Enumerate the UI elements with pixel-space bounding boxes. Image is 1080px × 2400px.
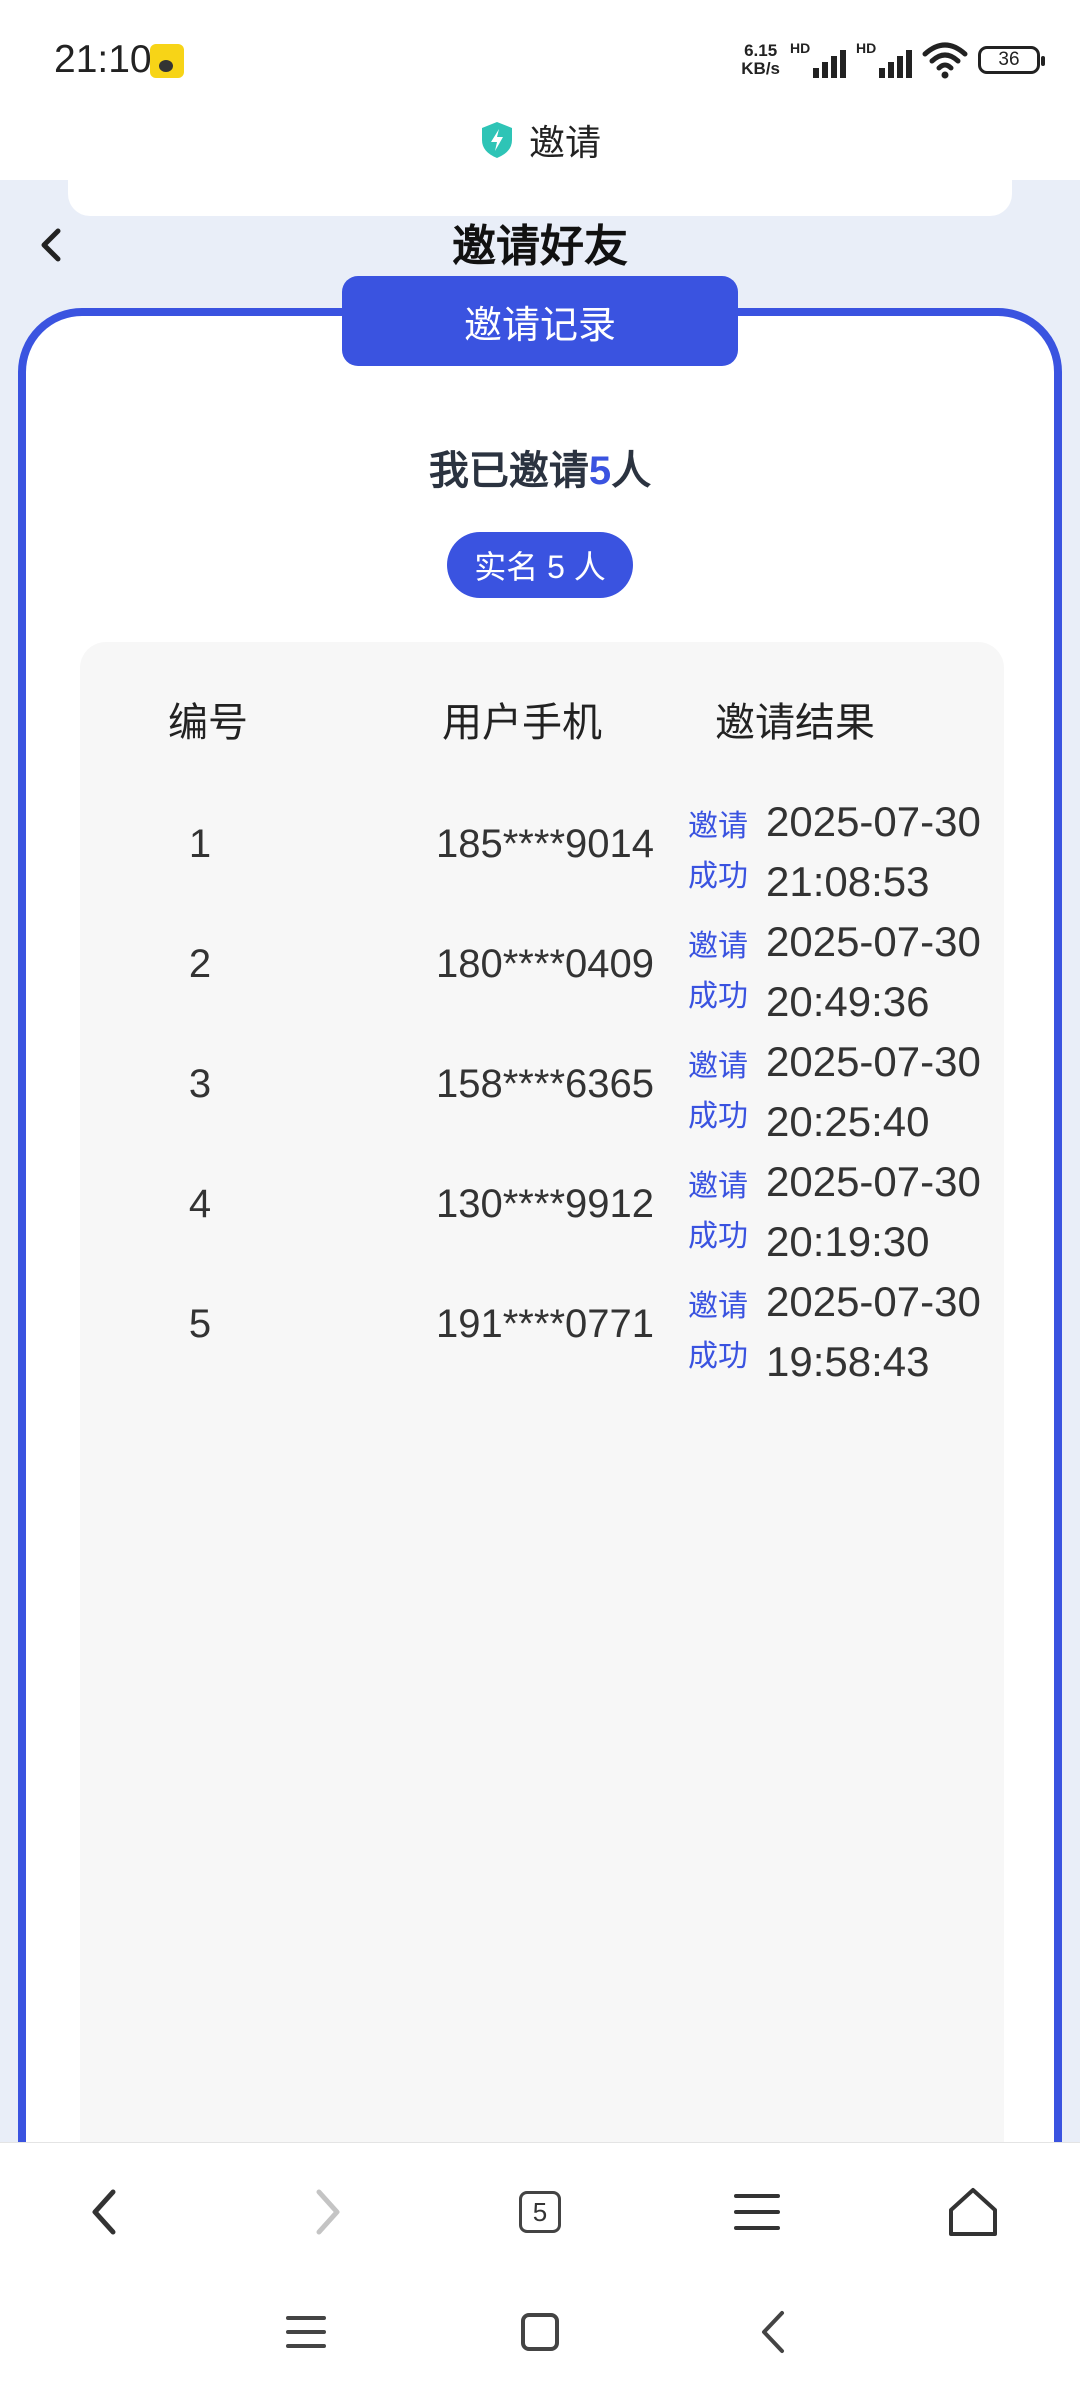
browser-forward-button[interactable]: [292, 2177, 362, 2247]
status-time: 21:10: [54, 38, 152, 81]
row-date: 2025-07-30: [766, 1038, 981, 1085]
row-status-line1: 邀请: [688, 810, 748, 843]
summary-count: 5: [588, 449, 612, 493]
table-row: 2 180****0409 邀请 成功 2025-07-30 20:49:36: [80, 918, 1004, 1038]
row-status-line2: 成功: [688, 1220, 748, 1253]
row-status-line2: 成功: [688, 980, 748, 1013]
column-header-phone: 用户手机: [442, 701, 602, 745]
network-speed-value: 6.15: [744, 41, 778, 60]
row-status-line1: 邀请: [688, 1170, 748, 1203]
row-number: 5: [188, 1302, 212, 1346]
row-time: 20:25:40: [766, 1098, 930, 1145]
row-number: 4: [188, 1182, 212, 1226]
signal-hd-label-2: HD: [856, 40, 877, 56]
row-status: 邀请 成功: [688, 922, 758, 1022]
tabs-count: 5: [532, 2196, 548, 2227]
row-timestamp: 2025-07-30 20:19:30: [766, 1152, 996, 1272]
browser-title-bar: 邀请: [0, 100, 1080, 180]
row-status: 邀请 成功: [688, 1162, 758, 1262]
status-indicators: 6.15 KB/s HD HD 36: [741, 40, 1045, 80]
row-timestamp: 2025-07-30 20:49:36: [766, 912, 996, 1032]
row-timestamp: 2025-07-30 21:08:53: [766, 792, 996, 912]
row-status-line2: 成功: [688, 1340, 748, 1373]
status-bar: 21:10 6.15 KB/s HD HD 36: [0, 0, 1080, 100]
column-header-result: 邀请结果: [715, 701, 875, 745]
home-icon: [949, 2188, 997, 2236]
network-speed-unit: KB/s: [741, 59, 780, 78]
battery-level: 36: [998, 49, 1020, 70]
system-menu-button[interactable]: [276, 2302, 336, 2362]
row-number: 2: [188, 942, 212, 986]
row-time: 20:49:36: [766, 978, 930, 1025]
row-status-line2: 成功: [688, 1100, 748, 1133]
row-time: 20:19:30: [766, 1218, 930, 1265]
row-date: 2025-07-30: [766, 1278, 981, 1325]
row-status: 邀请 成功: [688, 802, 758, 902]
row-time: 19:58:43: [766, 1338, 930, 1385]
row-status-line1: 邀请: [688, 1290, 748, 1323]
browser-menu-button[interactable]: [722, 2177, 792, 2247]
invite-summary: 我已邀请5人: [0, 438, 1080, 496]
hamburger-menu-icon: [734, 2194, 780, 2230]
browser-home-button[interactable]: [938, 2177, 1008, 2247]
square-home-icon: [521, 2313, 559, 2351]
summary-prefix: 我已邀请: [428, 449, 589, 493]
column-header-number: 编号: [168, 701, 248, 745]
wifi-icon: [922, 42, 968, 79]
row-date: 2025-07-30: [766, 918, 981, 965]
tabs-count-icon: 5: [519, 2191, 561, 2233]
table-row: 1 185****9014 邀请 成功 2025-07-30 21:08:53: [80, 798, 1004, 918]
signal-hd-label: HD: [790, 40, 811, 56]
summary-suffix: 人: [611, 449, 652, 493]
invite-records-table: 编号 用户手机 邀请结果 1 185****9014 邀请 成功 2025-07…: [80, 642, 1004, 2142]
row-status-line1: 邀请: [688, 1050, 748, 1083]
row-number: 1: [188, 822, 212, 866]
page-title: 邀请好友: [452, 222, 628, 271]
row-time: 21:08:53: [766, 858, 930, 905]
recents-menu-icon: [286, 2316, 326, 2348]
row-timestamp: 2025-07-30 19:58:43: [766, 1272, 996, 1392]
browser-toolbar: 5: [0, 2142, 1080, 2273]
browser-back-button[interactable]: [70, 2177, 140, 2247]
invite-record-tab[interactable]: 邀请记录: [342, 276, 738, 366]
table-row: 5 191****0771 邀请 成功 2025-07-30 19:58:43: [80, 1278, 1004, 1398]
cellular-signal-1-icon: HD: [790, 40, 846, 80]
row-status: 邀请 成功: [688, 1042, 758, 1142]
row-status-line1: 邀请: [688, 930, 748, 963]
notification-app-icon: [150, 44, 184, 78]
shield-bolt-icon: [481, 122, 512, 158]
browser-page-title: 邀请: [528, 122, 601, 163]
network-speed: 6.15 KB/s: [741, 42, 780, 78]
system-home-button[interactable]: [510, 2302, 570, 2362]
chevron-left-icon: [92, 2189, 116, 2235]
table-row: 4 130****9912 邀请 成功 2025-07-30 20:19:30: [80, 1158, 1004, 1278]
chevron-right-icon: [316, 2189, 340, 2235]
verified-count-badge: 实名 5 人: [447, 532, 633, 598]
row-phone: 130****9912: [436, 1182, 654, 1226]
row-phone: 180****0409: [436, 942, 654, 986]
row-status-line2: 成功: [688, 860, 748, 893]
row-timestamp: 2025-07-30 20:25:40: [766, 1032, 996, 1152]
back-triangle-icon: [762, 2311, 784, 2353]
row-number: 3: [188, 1062, 212, 1106]
battery-icon: 36: [978, 46, 1045, 74]
row-date: 2025-07-30: [766, 1158, 981, 1205]
row-status: 邀请 成功: [688, 1282, 758, 1382]
cellular-signal-2-icon: HD: [856, 40, 912, 80]
page-content: 邀请好友 邀请记录 我已邀请5人 实名 5 人 编号 用户手机 邀请结果 1 1…: [0, 180, 1080, 2142]
row-phone: 191****0771: [436, 1302, 654, 1346]
row-phone: 185****9014: [436, 822, 654, 866]
browser-tabs-button[interactable]: 5: [505, 2177, 575, 2247]
system-back-button[interactable]: [744, 2302, 804, 2362]
system-navigation-bar: [0, 2272, 1080, 2400]
row-date: 2025-07-30: [766, 798, 981, 845]
row-phone: 158****6365: [436, 1062, 654, 1106]
table-row: 3 158****6365 邀请 成功 2025-07-30 20:25:40: [80, 1038, 1004, 1158]
